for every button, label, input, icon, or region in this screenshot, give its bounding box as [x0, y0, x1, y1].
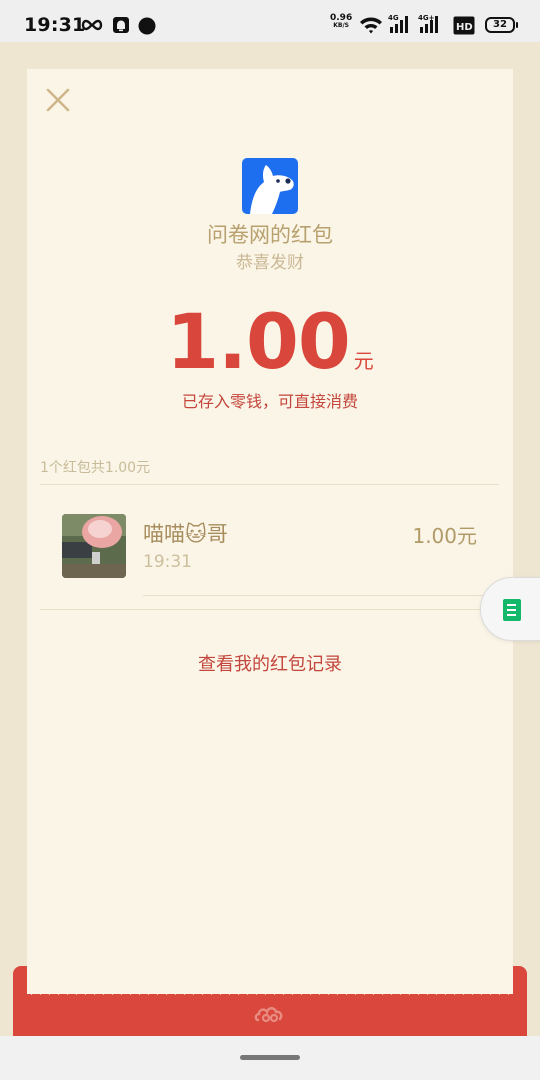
- dog-logo-icon: [250, 165, 294, 214]
- hd-icon: HD: [453, 16, 475, 35]
- net-speed: 0.96 KB/S: [330, 14, 352, 30]
- notification-icon: [113, 17, 129, 33]
- infinity-icon: [81, 19, 103, 31]
- svg-text:4G: 4G: [388, 14, 399, 22]
- sender-logo: [242, 158, 298, 214]
- red-packet-records-link[interactable]: 查看我的红包记录: [27, 650, 513, 676]
- net-speed-unit: KB/S: [333, 22, 349, 29]
- sender-name: 问卷网的红包: [207, 223, 333, 247]
- floating-document-button[interactable]: [480, 577, 540, 641]
- receiver-time: 19:31: [143, 552, 192, 572]
- signal-4g-icon: 4G: [388, 14, 408, 33]
- dot-icon: [138, 17, 156, 35]
- deposit-note: 已存入零钱，可直接消费: [181, 392, 358, 411]
- document-icon: [503, 599, 521, 621]
- status-bar: 19:31 0.96 KB/S 4G 4G+ HD 32: [0, 0, 540, 42]
- amount-display: 1.00 元: [27, 297, 513, 386]
- svg-text:HD: HD: [456, 22, 473, 33]
- close-icon[interactable]: [43, 85, 73, 115]
- divider: [40, 609, 499, 610]
- avatar-photo: [62, 514, 126, 578]
- packet-summary: 1个红包共1.00元: [40, 460, 151, 476]
- avatar[interactable]: [62, 514, 126, 578]
- battery-icon: 32: [485, 17, 518, 33]
- amount-value: 1.00: [166, 297, 351, 386]
- card-zigzag-edge: [27, 985, 513, 995]
- cloud-emblem-icon: [254, 1007, 283, 1023]
- wifi-icon: [360, 17, 382, 34]
- receiver-amount: 1.00元: [412, 524, 477, 548]
- status-time: 19:31: [24, 14, 86, 36]
- receiver-name: 喵喵🐱哥: [143, 522, 228, 546]
- net-speed-value: 0.96: [330, 13, 353, 23]
- greeting-text: 恭喜发财: [236, 253, 304, 273]
- home-gesture-handle[interactable]: [240, 1055, 300, 1060]
- row-divider: [143, 595, 499, 596]
- divider: [40, 484, 499, 485]
- red-packet-card: 问卷网的红包 恭喜发财 1.00 元 已存入零钱，可直接消费 1个红包共1.00元…: [27, 69, 513, 994]
- amount-unit: 元: [353, 349, 374, 373]
- signal-4g-plus-icon: 4G+: [418, 14, 438, 33]
